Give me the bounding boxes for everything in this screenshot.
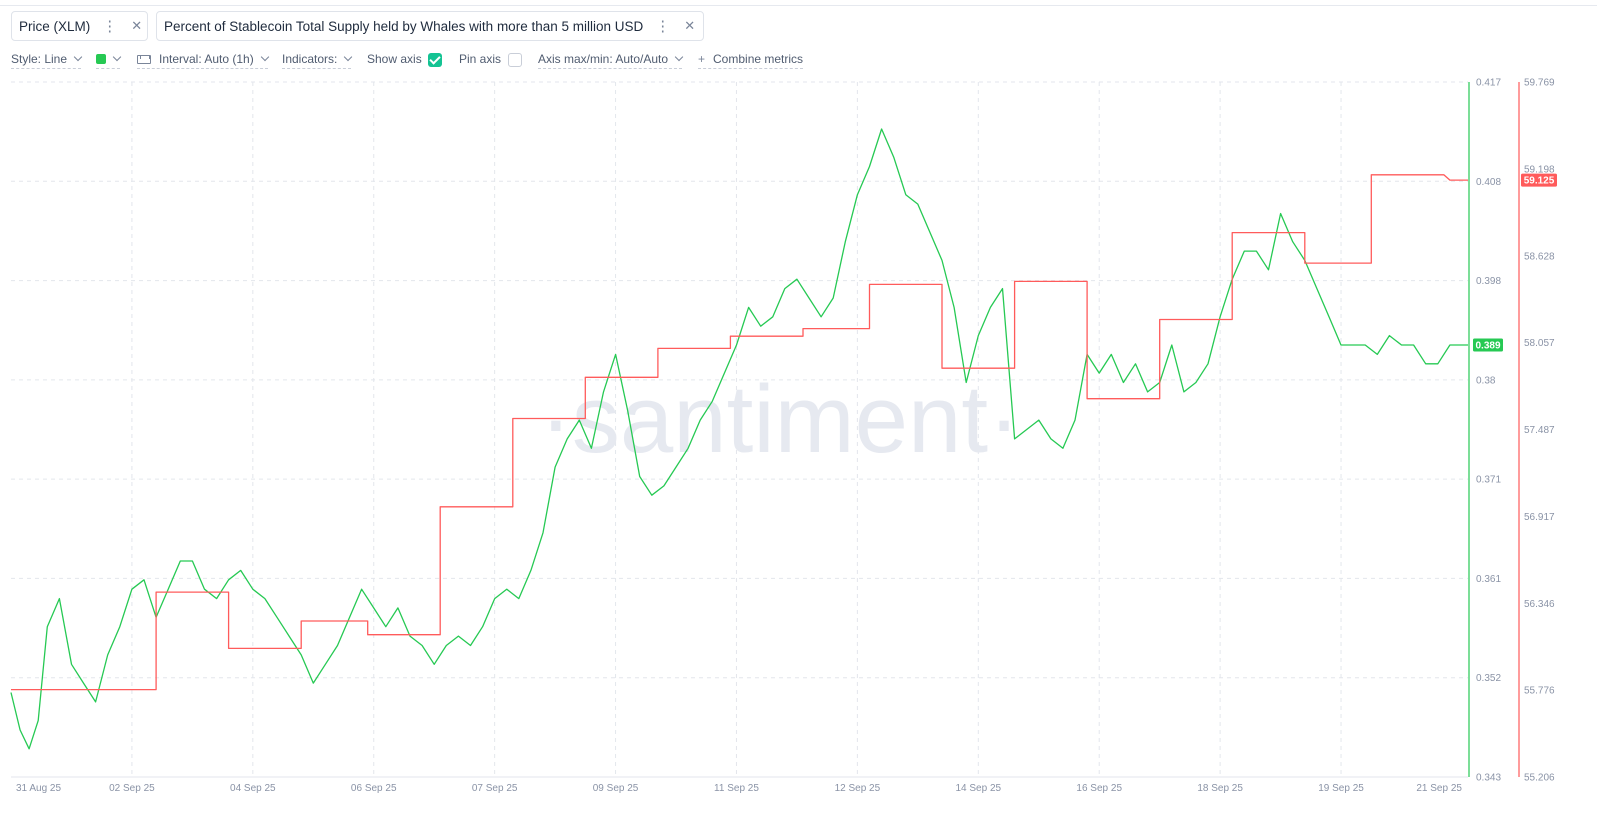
supply-axis-tick-label: 56.346 — [1524, 599, 1555, 610]
santiment-watermark: ·santiment· — [540, 366, 1020, 473]
supply-axis-tick-label: 55.776 — [1524, 686, 1555, 697]
price-current-value: 0.389 — [1475, 340, 1500, 351]
x-tick-label: 09 Sep 25 — [593, 783, 639, 794]
x-tick-label: 31 Aug 25 — [16, 783, 61, 794]
supply-axis-tick-label: 57.487 — [1524, 425, 1555, 436]
price-axis-tick-label: 0.408 — [1476, 177, 1501, 188]
x-tick-label: 11 Sep 25 — [714, 783, 759, 794]
price-axis-tick-label: 0.361 — [1476, 574, 1501, 585]
price-axis-tick-label: 0.38 — [1476, 375, 1496, 386]
supply-axis-tick-label: 58.057 — [1524, 338, 1555, 349]
x-tick-label: 21 Sep 25 — [1416, 783, 1462, 794]
x-tick-label: 19 Sep 25 — [1318, 783, 1364, 794]
x-tick-label: 07 Sep 25 — [472, 783, 518, 794]
price-axis-tick-label: 0.371 — [1476, 475, 1501, 486]
x-tick-label: 18 Sep 25 — [1197, 783, 1243, 794]
x-tick-label: 12 Sep 25 — [835, 783, 881, 794]
x-tick-label: 14 Sep 25 — [955, 783, 1001, 794]
supply-axis-tick-label: 56.917 — [1524, 512, 1555, 523]
chart-canvas[interactable]: 31 Aug 25 02 Sep 25 04 Sep 25 06 Sep 25 07 S… — [0, 0, 1597, 819]
supply-axis-tick-label: 59.769 — [1524, 78, 1555, 89]
price-axis-tick-label: 0.343 — [1476, 773, 1501, 784]
price-axis-tick-label: 0.352 — [1476, 673, 1501, 684]
x-tick-label: 16 Sep 25 — [1076, 783, 1122, 794]
supply-axis-tick-label: 58.628 — [1524, 251, 1555, 262]
x-tick-label: 02 Sep 25 — [109, 783, 155, 794]
x-tick-label: 04 Sep 25 — [230, 783, 276, 794]
supply-axis-tick-label: 55.206 — [1524, 773, 1555, 784]
x-tick-label: 06 Sep 25 — [351, 783, 397, 794]
price-axis-tick-label: 0.398 — [1476, 276, 1501, 287]
price-axis-tick-label: 0.417 — [1476, 78, 1501, 89]
supply-current-value: 59.125 — [1524, 176, 1555, 187]
